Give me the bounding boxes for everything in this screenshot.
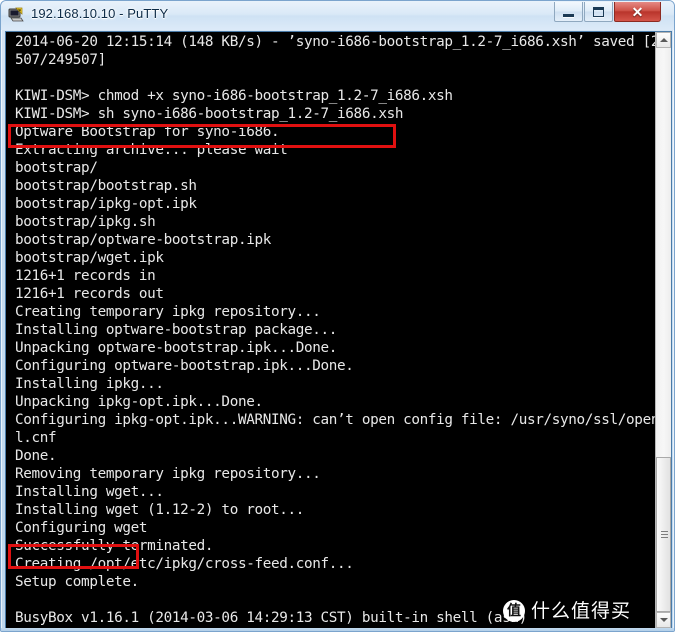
scroll-down-arrow-button[interactable] [656, 612, 671, 628]
terminal-screen[interactable]: 2014-06-20 12:15:14 (148 KB/s) - ’syno-i… [6, 32, 656, 628]
terminal-line: bootstrap/wget.ipk [15, 250, 164, 266]
putty-icon [8, 7, 24, 22]
window-bottom-edge [1, 628, 674, 631]
close-button[interactable]: ✕ [614, 2, 661, 22]
terminal-line: BusyBox v1.16.1 (2014-03-06 14:29:13 CST… [15, 610, 527, 626]
terminal-line: Configuring optware-bootstrap.ipk...Done… [15, 358, 354, 374]
terminal-line: Configuring ipkg-opt.ipk...WARNING: can’… [15, 412, 656, 428]
minimize-icon [563, 14, 574, 17]
chevron-up-icon [659, 38, 668, 42]
terminal-frame: 2014-06-20 12:15:14 (148 KB/s) - ’syno-i… [5, 31, 672, 629]
putty-window: 192.168.10.10 - PuTTY ✕ 2014-06-20 12:15… [0, 0, 675, 632]
terminal-line: Installing ipkg... [15, 376, 164, 392]
terminal-line: bootstrap/ipkg.sh [15, 214, 156, 230]
terminal-line: Unpacking ipkg-opt.ipk...Done. [15, 394, 263, 410]
chevron-down-icon [659, 618, 668, 622]
terminal-scrollbar[interactable] [655, 32, 671, 628]
terminal-line: Configuring wget [15, 520, 148, 536]
maximize-button[interactable] [584, 2, 613, 22]
terminal-line: Setup complete. [15, 574, 139, 590]
terminal-line: 1216+1 records out [15, 286, 164, 302]
terminal-line: bootstrap/optware-bootstrap.ipk [15, 232, 271, 248]
terminal-line: 2014-06-20 12:15:14 (148 KB/s) - ’syno-i… [15, 34, 656, 50]
terminal-line: KIWI-DSM> chmod +x syno-i686-bootstrap_1… [15, 88, 453, 104]
scroll-up-arrow-button[interactable] [656, 32, 671, 48]
scrollbar-thumb[interactable] [656, 457, 671, 612]
terminal-line: Optware Bootstrap for syno-i686. [15, 124, 280, 140]
terminal-line: 507/249507] [15, 52, 106, 68]
window-titlebar[interactable]: 192.168.10.10 - PuTTY ✕ [1, 1, 674, 30]
terminal-line: Creating temporary ipkg repository... [15, 304, 321, 320]
terminal-line: Done. [15, 448, 57, 464]
terminal-line: Removing temporary ipkg repository... [15, 466, 321, 482]
terminal-line: Unpacking optware-bootstrap.ipk...Done. [15, 340, 338, 356]
terminal-line: bootstrap/ipkg-opt.ipk [15, 196, 197, 212]
terminal-line: bootstrap/ [15, 160, 98, 176]
minimize-button[interactable] [554, 2, 583, 22]
terminal-output: 2014-06-20 12:15:14 (148 KB/s) - ’syno-i… [15, 33, 656, 628]
terminal-line: Extracting archive... please wait [15, 142, 288, 158]
terminal-line: Installing wget... [15, 484, 164, 500]
terminal-line: Successfully terminated. [15, 538, 214, 554]
window-title: 192.168.10.10 - PuTTY [31, 6, 169, 21]
terminal-line: Installing wget (1.12-2) to root... [15, 502, 305, 518]
close-icon: ✕ [631, 3, 644, 20]
maximize-icon [593, 6, 604, 17]
terminal-line: KIWI-DSM> sh syno-i686-bootstrap_1.2-7_i… [15, 106, 404, 122]
terminal-line: l.cnf [15, 430, 57, 446]
terminal-line: 1216+1 records in [15, 268, 156, 284]
terminal-line: Installing optware-bootstrap package... [15, 322, 338, 338]
terminal-line: Creating /opt/etc/ipkg/cross-feed.conf..… [15, 556, 354, 572]
scrollbar-grip-icon [661, 531, 668, 538]
terminal-line: bootstrap/bootstrap.sh [15, 178, 197, 194]
